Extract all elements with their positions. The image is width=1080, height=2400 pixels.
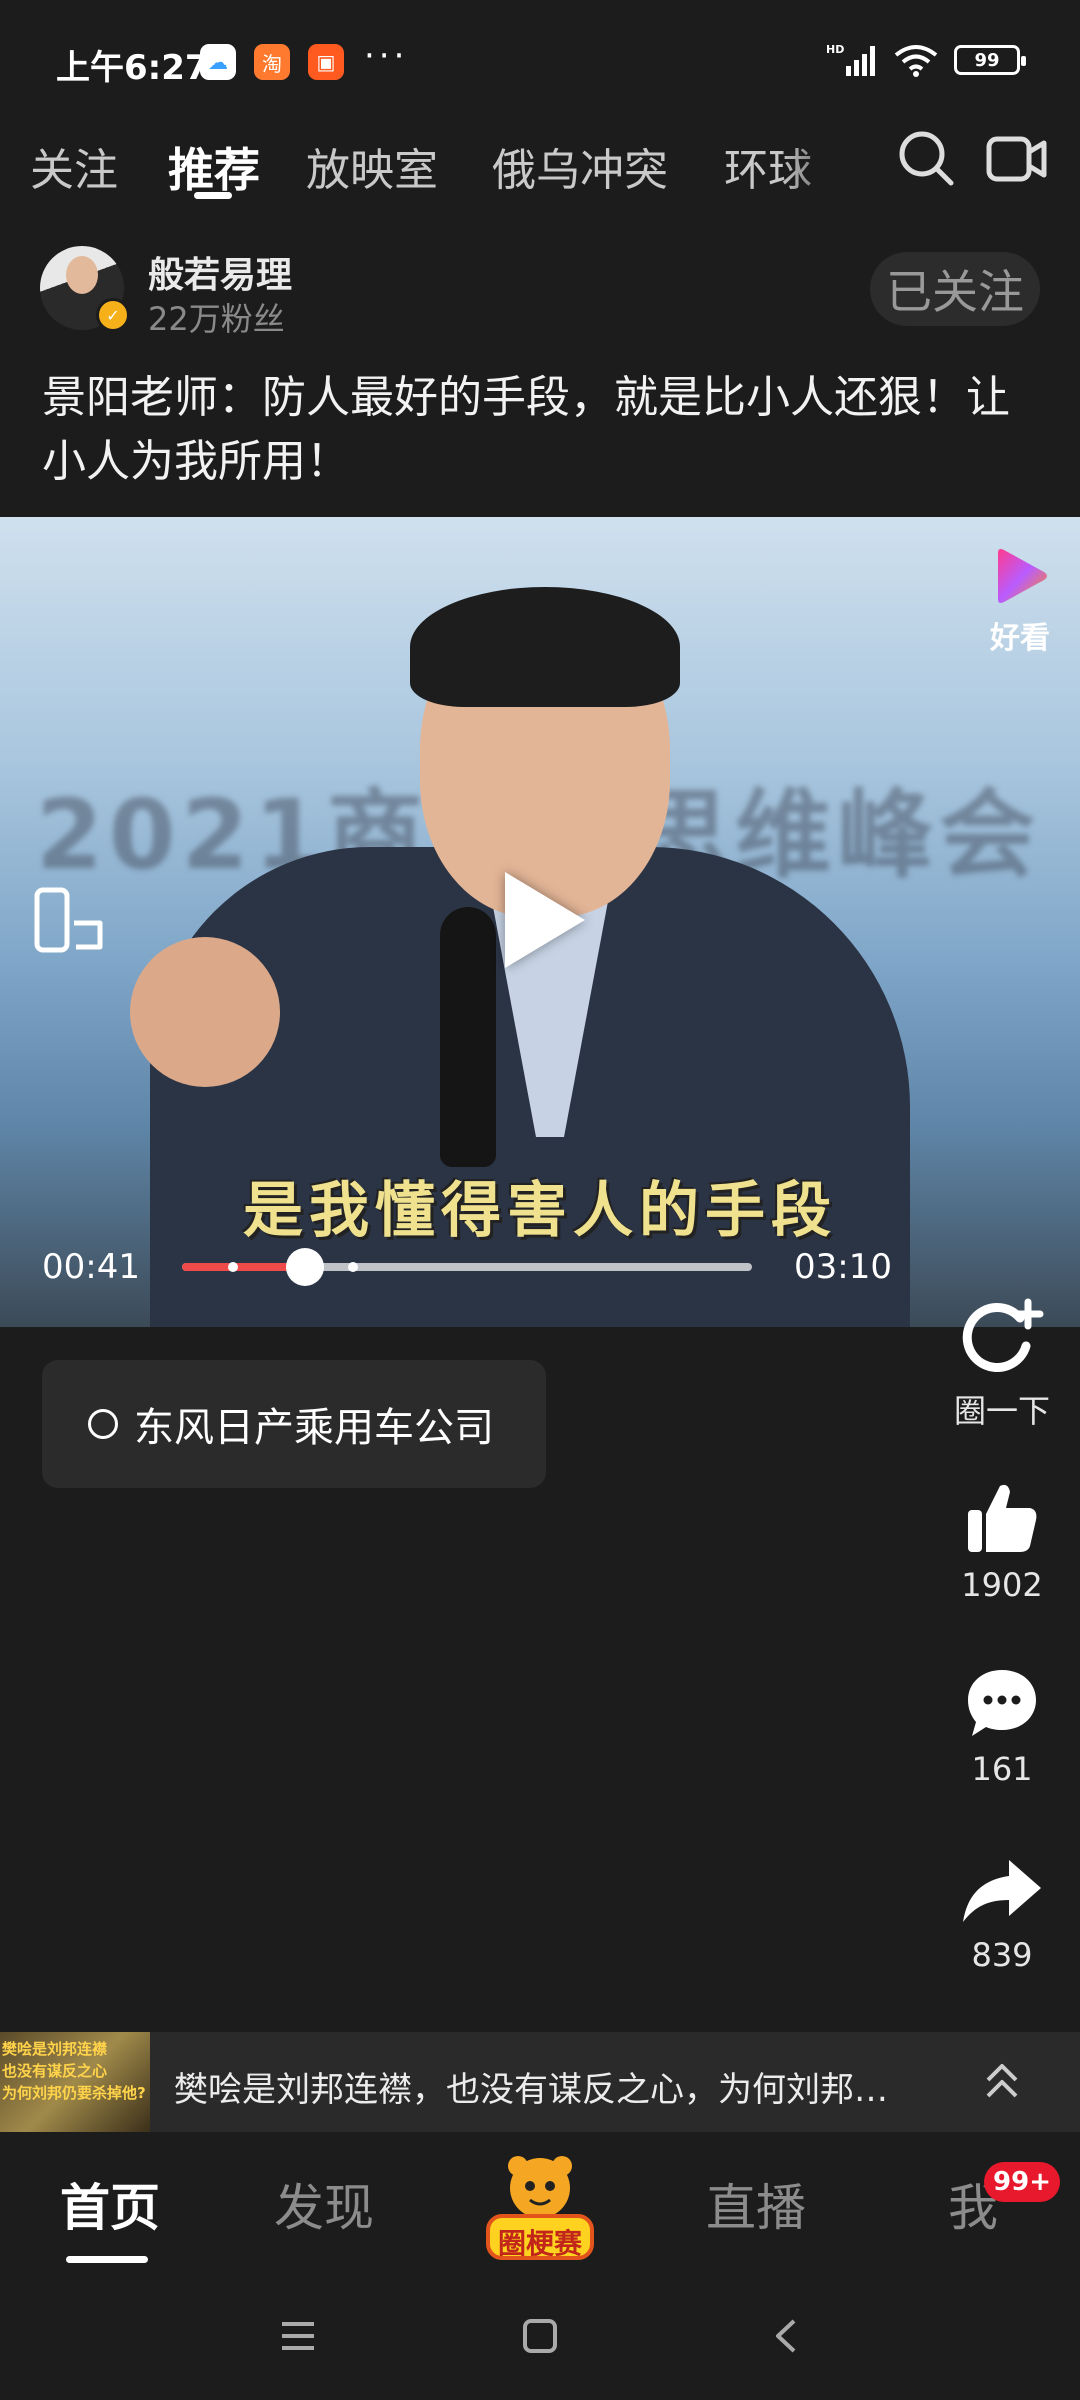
tag-label: 东风日产乘用车公司 [134,1405,494,1451]
signal-icon: HD [826,43,875,76]
haokan-logo[interactable]: 好看 [982,547,1058,657]
nav-meme-contest[interactable]: 圈梗赛 [478,2148,602,2266]
cloud-app-icon: ☁ [200,44,236,80]
rotate-screen-icon[interactable] [34,887,104,953]
related-title: 樊哙是刘邦连襟，也没有谋反之心，为何刘邦… [174,2070,888,2110]
haokan-label: 好看 [990,621,1050,656]
related-thumbnail: 樊哙是刘邦连襟 也没有谋反之心 为何刘邦仍要杀掉他? [0,2032,150,2132]
status-bar: 上午6:27 ☁ 淘 ▣ ··· HD 99 [0,0,1080,120]
video-camera-icon[interactable] [986,134,1048,184]
comment-icon [968,1670,1036,1736]
double-chevron-up-icon[interactable] [982,2058,1022,2106]
current-time: 00:41 [42,1247,140,1287]
comment-count: 161 [971,1750,1033,1788]
tab-active-indicator [194,192,232,199]
avatar-face [66,256,98,294]
back-icon[interactable] [772,2318,802,2354]
share-circle-label: 圈一下 [953,1392,1050,1430]
svg-text:HD: HD [826,43,844,56]
tab-follow[interactable]: 关注 [30,134,118,198]
related-video-bar[interactable]: 樊哙是刘邦连襟 也没有谋反之心 为何刘邦仍要杀掉他? 樊哙是刘邦连襟，也没有谋反… [0,2032,1080,2132]
search-icon[interactable] [896,128,956,188]
author-fans: 22万粉丝 [148,300,285,338]
play-icon[interactable] [505,872,585,968]
follow-button[interactable]: 已关注 [870,252,1040,326]
bottom-nav: 首页 发现 圈梗赛 直播 我 99+ [0,2132,1080,2282]
share-arrow-icon [963,1860,1041,1922]
speaker-hair [410,587,680,707]
nav-discover[interactable]: 发现 [274,2168,374,2240]
circle-icon [88,1409,118,1439]
tab-recommend[interactable]: 推荐 [168,134,260,200]
thumbs-up-icon [968,1484,1037,1552]
system-nav-bar [0,2282,1080,2400]
like-action[interactable]: 1902 [940,1480,1064,1604]
tag-chip[interactable]: 东风日产乘用车公司 [42,1360,546,1488]
video-subtitle: 是我懂得害人的手段 [243,1176,837,1246]
home-icon[interactable] [522,2318,558,2354]
more-notifications-icon: ··· [364,36,409,76]
tab-theater[interactable]: 放映室 [306,134,438,198]
nav-live[interactable]: 直播 [706,2168,806,2240]
progress-marker [348,1262,358,1272]
notification-badge: 99+ [984,2162,1060,2202]
verified-badge-icon: ✓ [96,298,130,332]
menu-icon[interactable] [280,2318,316,2354]
tab-fade [780,120,860,220]
taobao-app-icon: 淘 [254,44,290,80]
haokan-play-icon [998,549,1047,603]
battery-level: 99 [974,49,1000,71]
author-name[interactable]: 般若易理 [148,246,292,298]
post-title: 景阳老师：防人最好的手段，就是比小人还狠！让小人为我所用！ [42,372,1010,487]
like-count: 1902 [961,1566,1043,1604]
nav-home[interactable]: 首页 [60,2168,160,2240]
progress-bar[interactable] [182,1248,752,1286]
circle-plus-icon [962,1298,1044,1372]
wifi-icon [894,45,938,77]
video-player[interactable]: 2021商业…思维峰会 是我懂得害人的手段 [0,517,1080,1327]
top-tab-bar: 关注 推荐 放映室 俄乌冲突 环球 [0,120,1080,236]
share-circle-action[interactable]: 圈一下 [940,1296,1064,1432]
comment-action[interactable]: 161 [940,1666,1064,1788]
related-thumb-text: 樊哙是刘邦连襟 也没有谋反之心 为何刘邦仍要杀掉他? [2,2038,146,2104]
nav-active-indicator [66,2256,148,2263]
kuaishou-app-icon: ▣ [308,44,344,80]
microphone [440,907,496,1167]
status-right-icons: HD 99 [826,42,1026,78]
status-time: 上午6:27 [56,48,209,88]
total-time: 03:10 [794,1247,892,1287]
meme-contest-label: 圈梗赛 [497,2227,582,2260]
share-action[interactable]: 839 [940,1856,1064,1974]
author-row: ✓ 般若易理 22万粉丝 已关注 [40,246,1040,338]
app-screen: 上午6:27 ☁ 淘 ▣ ··· HD 99 关注 推荐 放映室 俄乌冲突 环球… [0,0,1080,2400]
battery-icon: 99 [954,45,1026,75]
share-count: 839 [971,1936,1033,1974]
related-thumb-line: 樊哙是刘邦连襟 [2,2040,108,2058]
speaker-fist [130,937,280,1087]
progress-knob[interactable] [286,1248,325,1286]
related-thumb-line: 为何刘邦仍要杀掉他? [2,2084,146,2102]
status-notification-icons: ☁ 淘 ▣ [200,44,344,80]
related-thumb-line: 也没有谋反之心 [2,2062,108,2080]
tab-russia-ukraine[interactable]: 俄乌冲突 [492,134,668,198]
